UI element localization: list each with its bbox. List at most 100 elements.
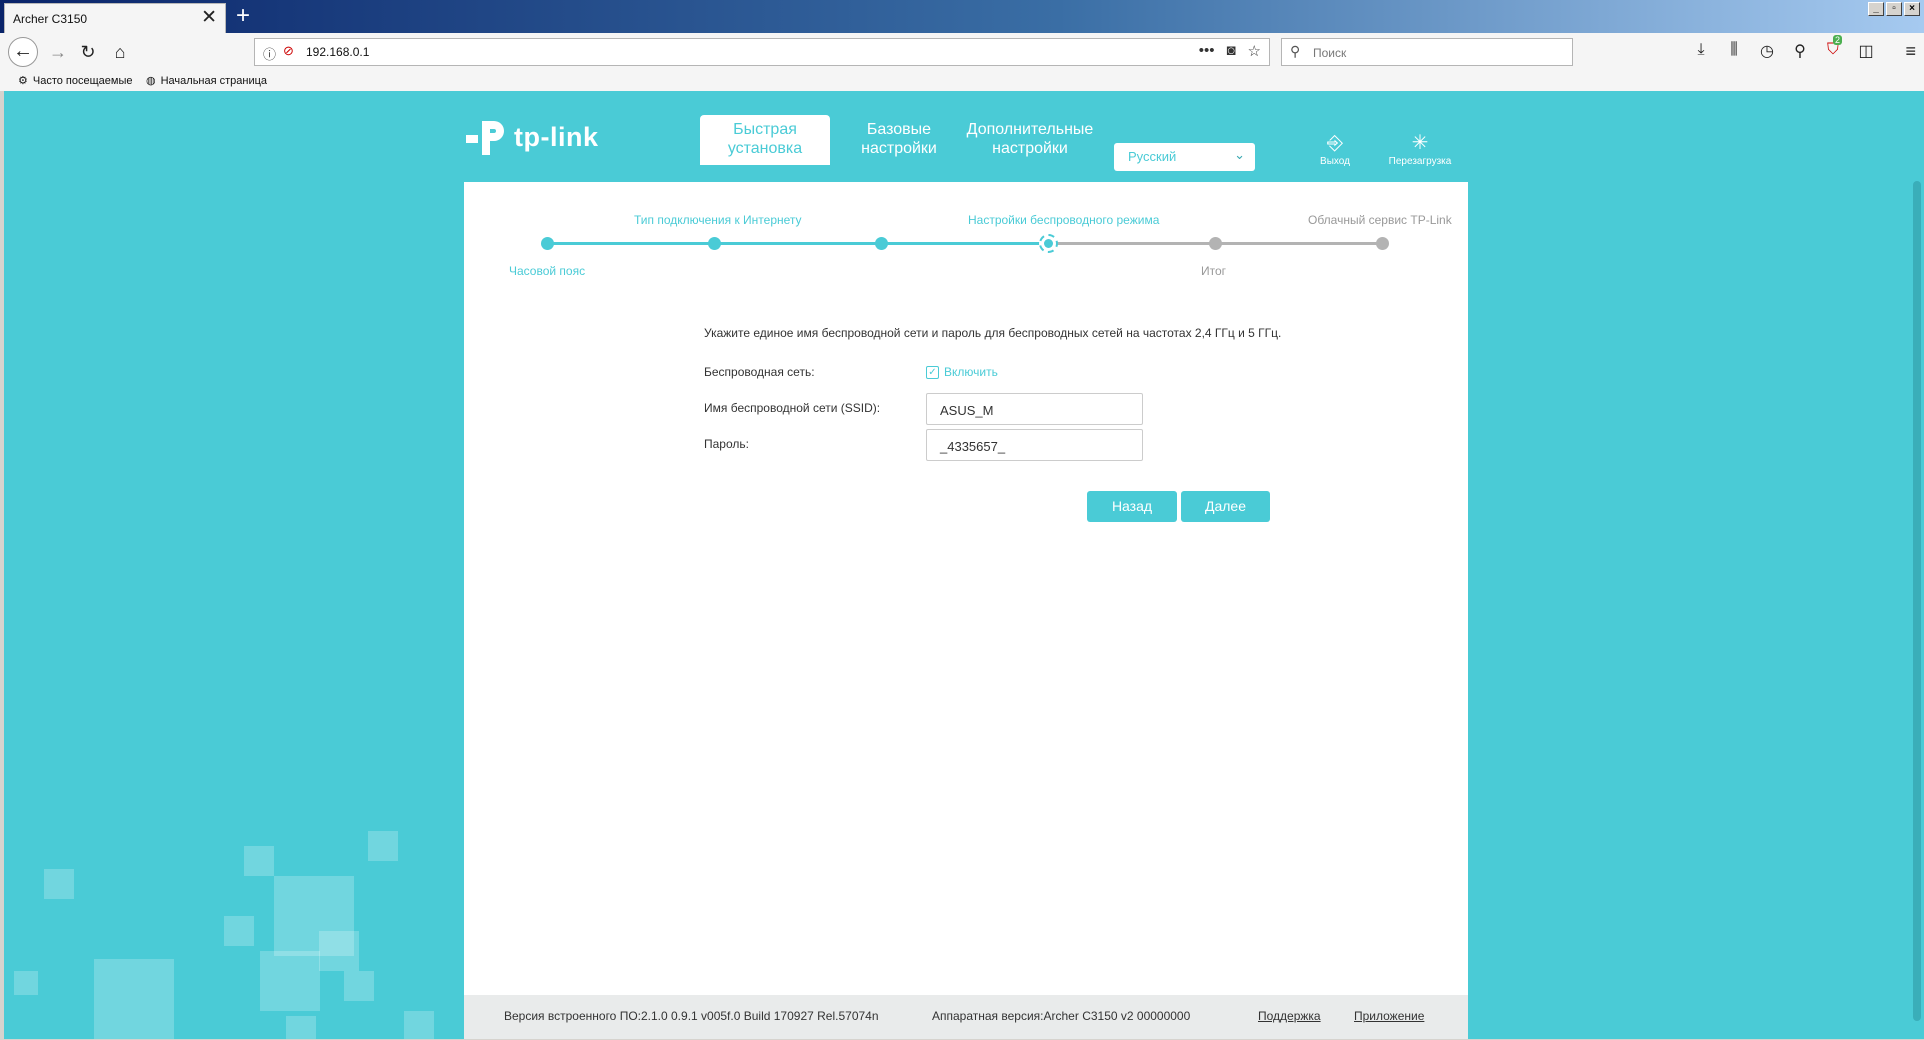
decor-square [14, 971, 38, 995]
search-input[interactable]: Поиск [1313, 46, 1346, 60]
gear-icon: ⚙ [18, 75, 28, 87]
minimize-button[interactable]: _ [1868, 2, 1884, 16]
language-value: Русский [1128, 149, 1177, 164]
downloads-icon[interactable]: ⤓ [1692, 41, 1710, 61]
tp-link-logo: tp-link [464, 115, 599, 159]
tab-quick-setup[interactable]: Быстрая установка [700, 115, 830, 165]
shield-icon[interactable]: ⛉ 2 [1824, 35, 1843, 61]
reload-button[interactable]: ↻ [74, 38, 102, 66]
wireless-enable-label[interactable]: Включить [944, 365, 998, 379]
bookmark-most-visited[interactable]: ⚙ Часто посещаемые [18, 74, 133, 88]
app-link[interactable]: Приложение [1354, 1009, 1424, 1023]
step-dot-internet [708, 237, 721, 250]
decor-square [44, 869, 74, 899]
step-dot-summary [1209, 237, 1222, 250]
globe-icon: ◍ [146, 75, 156, 87]
page-actions-icon[interactable]: ••• [1199, 42, 1215, 60]
quick-setup-card [464, 182, 1468, 1039]
back-step-button[interactable]: Назад [1087, 491, 1177, 522]
logo-text: tp-link [514, 121, 599, 152]
logout-icon: ⎆ [1327, 132, 1343, 154]
zoom-search-icon[interactable]: ⚲ [1791, 41, 1809, 61]
decor-square [244, 846, 274, 876]
password-value: _4335657_ [940, 439, 1006, 454]
home-button[interactable]: ⌂ [106, 38, 134, 66]
close-window-button[interactable]: × [1904, 2, 1920, 16]
reboot-label: Перезагрузка [1388, 156, 1452, 167]
logout-button[interactable]: ⎆ Выход [1310, 133, 1360, 167]
password-label: Пароль: [704, 437, 749, 451]
tab-label-line: Быстрая [733, 121, 797, 138]
logout-label: Выход [1320, 156, 1350, 167]
insecure-lock-icon[interactable]: ⊘ [283, 43, 294, 59]
info-icon[interactable]: ⓘ [263, 44, 276, 63]
pocket-icon[interactable]: ◙ [1226, 42, 1235, 60]
language-select[interactable]: Русский ⌄ [1114, 143, 1255, 171]
next-step-button[interactable]: Далее [1181, 491, 1270, 522]
library-icon[interactable]: ⫼ [1725, 41, 1743, 61]
search-bar[interactable]: ⚲ Поиск [1281, 38, 1573, 66]
forward-button[interactable]: → [44, 38, 72, 66]
bookmark-label: Начальная страница [160, 74, 268, 87]
step-dot-wireless-current [1039, 234, 1058, 253]
decor-square [224, 916, 254, 946]
bookmark-star-icon[interactable]: ☆ [1248, 42, 1261, 60]
step-label-wireless: Настройки беспроводного режима [968, 213, 1160, 227]
ssid-label: Имя беспроводной сети (SSID): [704, 401, 881, 415]
reboot-button[interactable]: ✳ Перезагрузка [1380, 133, 1460, 167]
scrollbar-thumb[interactable] [1913, 181, 1921, 1021]
bookmark-label: Часто посещаемые [32, 74, 133, 87]
window-controls: _ ▫ × [1868, 2, 1920, 16]
support-link[interactable]: Поддержка [1258, 1009, 1321, 1023]
history-icon[interactable]: ◷ [1758, 41, 1776, 61]
restore-button[interactable]: ▫ [1886, 2, 1902, 16]
tab-label-line: Базовые [866, 121, 932, 138]
tab-advanced[interactable]: Дополнительные настройки [958, 115, 1102, 165]
decor-square [286, 1016, 316, 1039]
sidebar-icon[interactable]: ◫ [1857, 41, 1875, 61]
password-input[interactable]: _4335657_ [926, 429, 1143, 461]
decor-square [260, 951, 320, 1011]
shield-badge: 2 [1833, 35, 1843, 45]
tp-link-logo-icon [466, 121, 504, 155]
wireless-intro-text: Укажите единое имя беспроводной сети и п… [704, 326, 1282, 340]
menu-icon[interactable]: ≡ [1905, 41, 1916, 62]
window-titlebar: Archer C3150 ✕ + _ ▫ × [0, 0, 1924, 33]
bookmarks-bar: ⚙ Часто посещаемые ◍ Начальная страница [0, 71, 1924, 91]
new-tab-button[interactable]: + [236, 2, 250, 30]
page-scrollbar[interactable] [1908, 91, 1924, 1039]
tab-basic[interactable]: Базовые настройки [844, 115, 954, 165]
decor-square [94, 959, 174, 1039]
tab-title: Archer C3150 [13, 12, 88, 26]
router-footer: Версия встроенного ПО:2.1.0 0.9.1 v005f.… [464, 995, 1468, 1039]
decor-square [404, 1011, 434, 1039]
step-dot-timezone [541, 237, 554, 250]
reboot-spinner-icon: ✳ [1411, 132, 1429, 154]
chevron-down-icon: ⌄ [1234, 147, 1245, 162]
step-label-internet: Тип подключения к Интернету [634, 213, 802, 227]
step-label-summary: Итог [1201, 264, 1227, 278]
url-text[interactable]: 192.168.0.1 [306, 45, 369, 59]
bookmark-start-page[interactable]: ◍ Начальная страница [146, 74, 268, 88]
tab-label-line: установка [727, 140, 803, 157]
close-tab-icon[interactable]: ✕ [201, 8, 217, 28]
stepper-progress-line [547, 242, 1051, 245]
step-dot-cloud [1376, 237, 1389, 250]
step-label-cloud: Облачный сервис TP-Link [1308, 213, 1452, 227]
ssid-input[interactable]: ASUS_M [926, 393, 1143, 425]
browser-tab[interactable]: Archer C3150 ✕ [4, 3, 226, 33]
decor-square [344, 971, 374, 1001]
back-button[interactable]: ← [8, 37, 38, 67]
step-dot-3 [875, 237, 888, 250]
browser-toolbar: ← → ↻ ⌂ ⓘ ⊘ 192.168.0.1 ••• ◙ ☆ ⚲ Поиск … [0, 33, 1924, 71]
decor-square [368, 831, 398, 861]
wireless-enable-checkbox[interactable]: ✓ [926, 366, 939, 379]
ssid-value: ASUS_M [940, 403, 994, 418]
router-page: tp-link Быстрая установка Базовые настро… [4, 91, 1908, 1039]
tab-label-line: Дополнительные [966, 121, 1094, 138]
address-bar[interactable]: ⓘ ⊘ 192.168.0.1 ••• ◙ ☆ [254, 38, 1270, 66]
tab-label-line: настройки [861, 140, 937, 157]
decor-square [319, 931, 359, 971]
firmware-version: Версия встроенного ПО:2.1.0 0.9.1 v005f.… [504, 1009, 879, 1023]
wireless-network-label: Беспроводная сеть: [704, 365, 815, 379]
